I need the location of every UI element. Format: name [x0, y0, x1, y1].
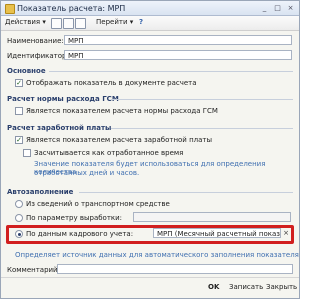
comment-label: Комментарий: — [7, 266, 60, 274]
help-icon[interactable]: ? — [139, 18, 143, 28]
show-in-document-label: Отображать показатель в документе расчет… — [26, 79, 197, 87]
section-divider — [111, 99, 293, 100]
title-bar: Показатель расчета: МРП _ □ × — [1, 1, 299, 16]
copy-icon[interactable] — [63, 18, 74, 29]
app-icon — [5, 4, 15, 14]
maximize-icon[interactable]: □ — [272, 3, 283, 13]
comment-field[interactable] — [57, 264, 293, 274]
goto-menu[interactable]: Перейти ▾ — [96, 18, 133, 28]
section-divider — [49, 71, 293, 72]
id-label: Идентификатор: — [7, 52, 69, 60]
radio-transport[interactable] — [15, 200, 23, 208]
window-title: Показатель расчета: МРП — [17, 4, 126, 13]
id-field[interactable]: МРП — [64, 50, 292, 60]
fuel-indicator-checkbox[interactable] — [15, 107, 23, 115]
show-in-document-checkbox[interactable]: ✓ — [15, 79, 23, 87]
radio-output-param[interactable] — [15, 214, 23, 222]
dialog-window: Показатель расчета: МРП _ □ × Действия ▾… — [0, 0, 300, 299]
worked-time-checkbox[interactable] — [23, 149, 31, 157]
edit-icon[interactable] — [75, 18, 86, 29]
radio-output-param-label: По параметру выработки: — [26, 214, 123, 222]
close-button[interactable]: Закрыть — [266, 283, 297, 293]
footer-divider — [1, 277, 299, 278]
highlight-box — [6, 225, 294, 244]
name-field[interactable]: МРП — [64, 35, 292, 45]
section-divider — [79, 192, 293, 193]
fuel-indicator-label: Является показателем расчета нормы расхо… — [26, 107, 218, 115]
salary-hint-2: отработанных дней и часов. — [34, 169, 140, 177]
minimize-icon[interactable]: _ — [259, 3, 270, 13]
autofill-hint: Определяет источник данных для автоматич… — [15, 251, 299, 259]
name-label: Наименование: — [7, 37, 64, 45]
actions-menu[interactable]: Действия ▾ — [5, 18, 46, 28]
ok-button[interactable]: OK — [208, 283, 219, 293]
section-main-title: Основное — [7, 67, 46, 75]
salary-indicator-checkbox[interactable]: ✓ — [15, 136, 23, 144]
close-icon[interactable]: × — [285, 3, 296, 13]
save-button[interactable]: Записать — [229, 283, 263, 293]
save-icon[interactable] — [51, 18, 62, 29]
salary-indicator-label: Является показателем расчета заработной … — [26, 136, 213, 144]
toolbar: Действия ▾ Перейти ▾ ? — [1, 16, 299, 31]
output-param-field[interactable] — [133, 212, 291, 222]
section-divider — [111, 128, 293, 129]
worked-time-label: Засчитывается как отработанное время — [34, 149, 184, 157]
section-autofill-title: Автозаполнение — [7, 188, 74, 196]
radio-transport-label: Из сведений о транспортном средстве — [26, 200, 170, 208]
section-salary-title: Расчет заработной платы — [7, 124, 112, 132]
section-fuel-title: Расчет нормы расхода ГСМ — [7, 95, 119, 103]
